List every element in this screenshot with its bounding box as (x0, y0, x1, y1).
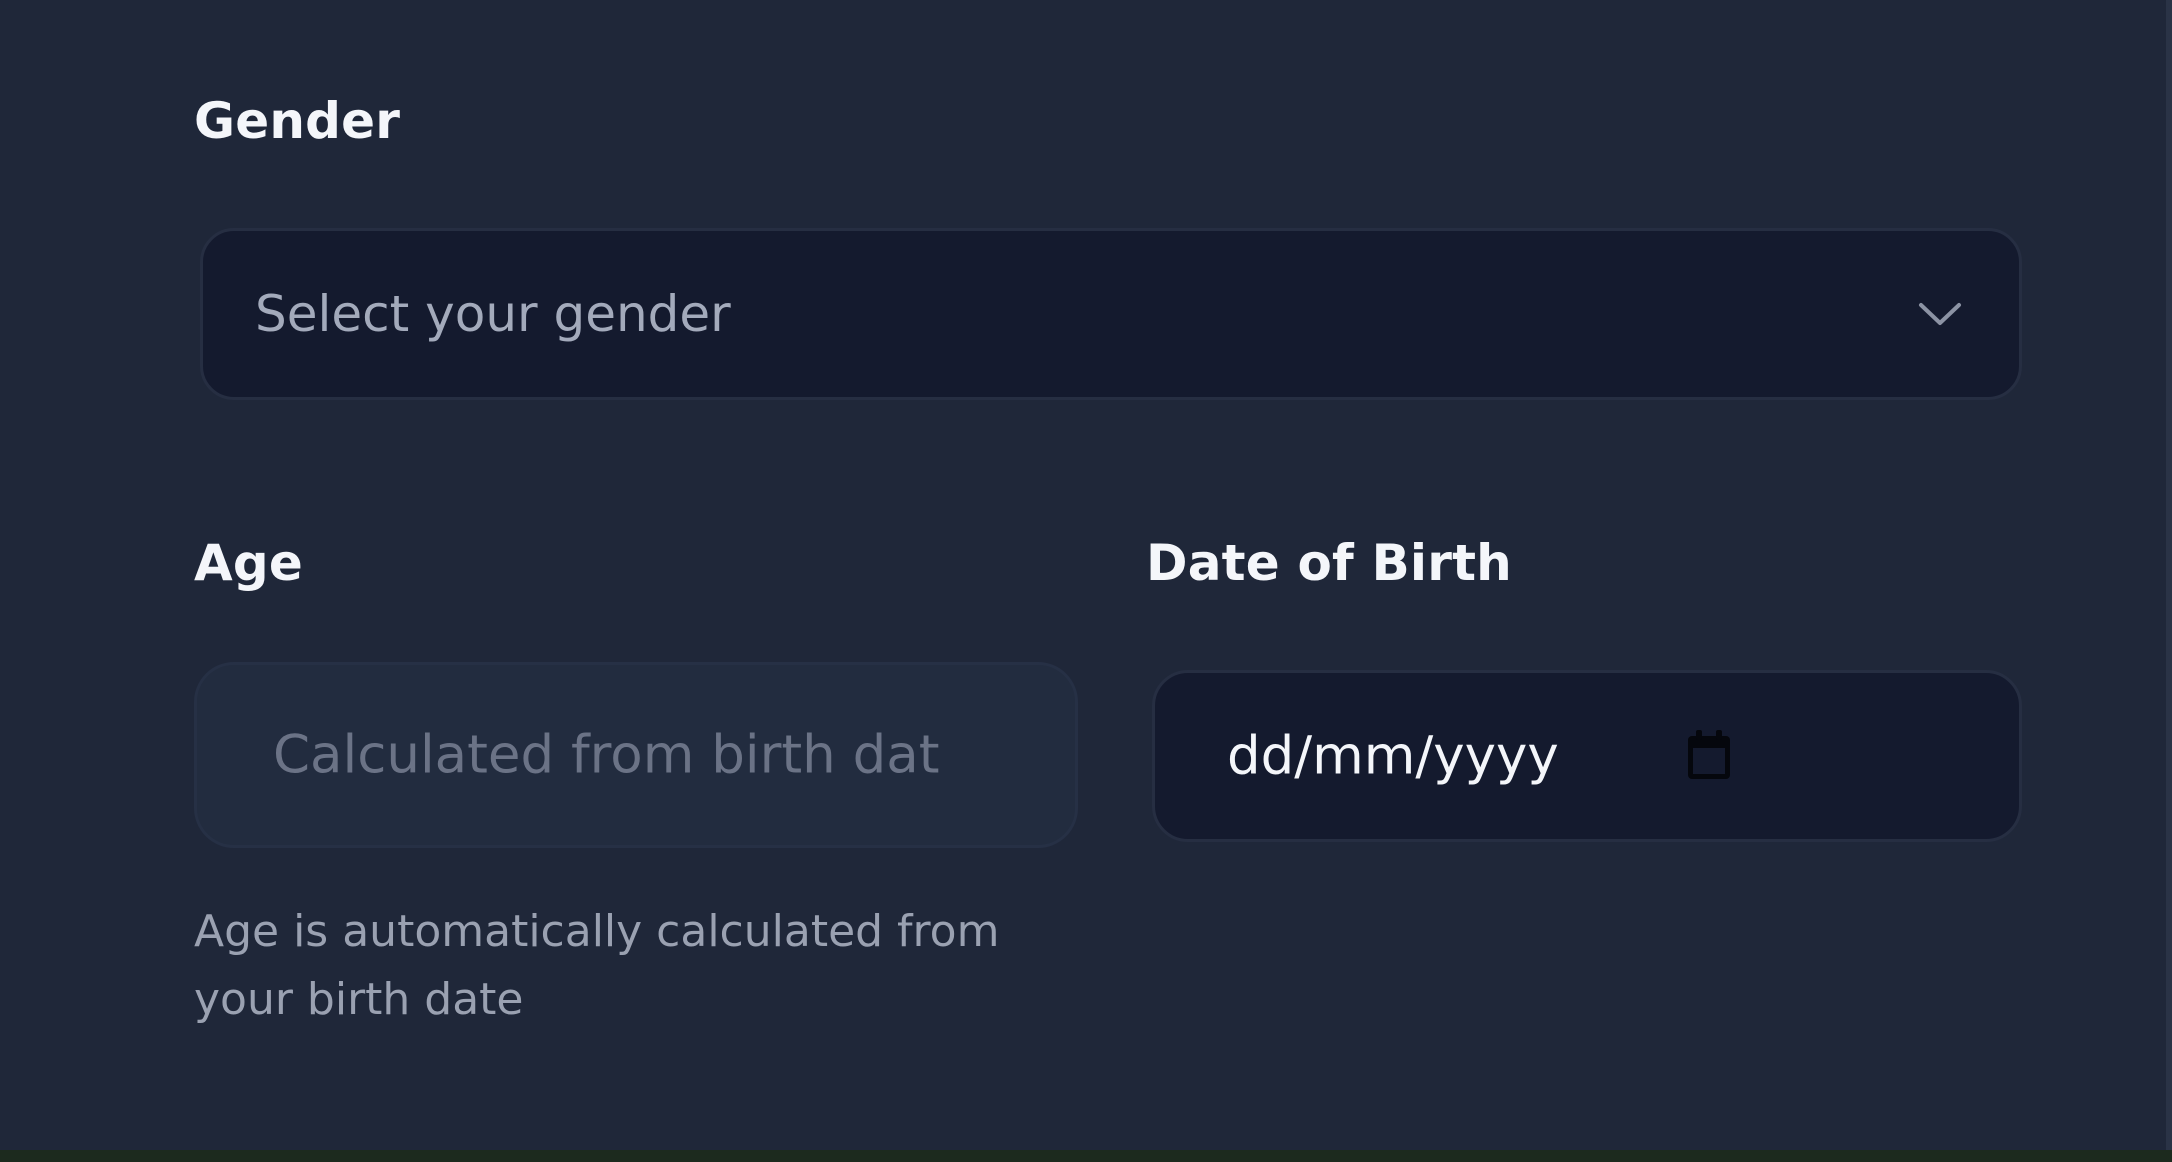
date-of-birth-input[interactable]: dd/mm/yyyy (1152, 670, 2022, 842)
date-of-birth-value: dd/mm/yyyy (1227, 725, 1559, 787)
age-input-placeholder: Calculated from birth date (273, 724, 941, 786)
profile-form-panel: Gender Select your gender Age Date of Bi… (0, 0, 2172, 1150)
chevron-down-icon (1919, 303, 1961, 325)
gender-select-placeholder: Select your gender (255, 285, 731, 343)
age-input[interactable]: Calculated from birth date (194, 662, 1078, 848)
gender-label: Gender (194, 92, 401, 150)
panel-right-border (2166, 0, 2172, 1150)
age-help-text: Age is automatically calculated from you… (194, 906, 1000, 1025)
dob-label: Date of Birth (1146, 534, 1512, 592)
age-label: Age (194, 534, 303, 592)
calendar-icon[interactable] (1685, 730, 1733, 782)
background-image-strip (0, 1150, 2172, 1162)
gender-select[interactable]: Select your gender (200, 228, 2022, 400)
